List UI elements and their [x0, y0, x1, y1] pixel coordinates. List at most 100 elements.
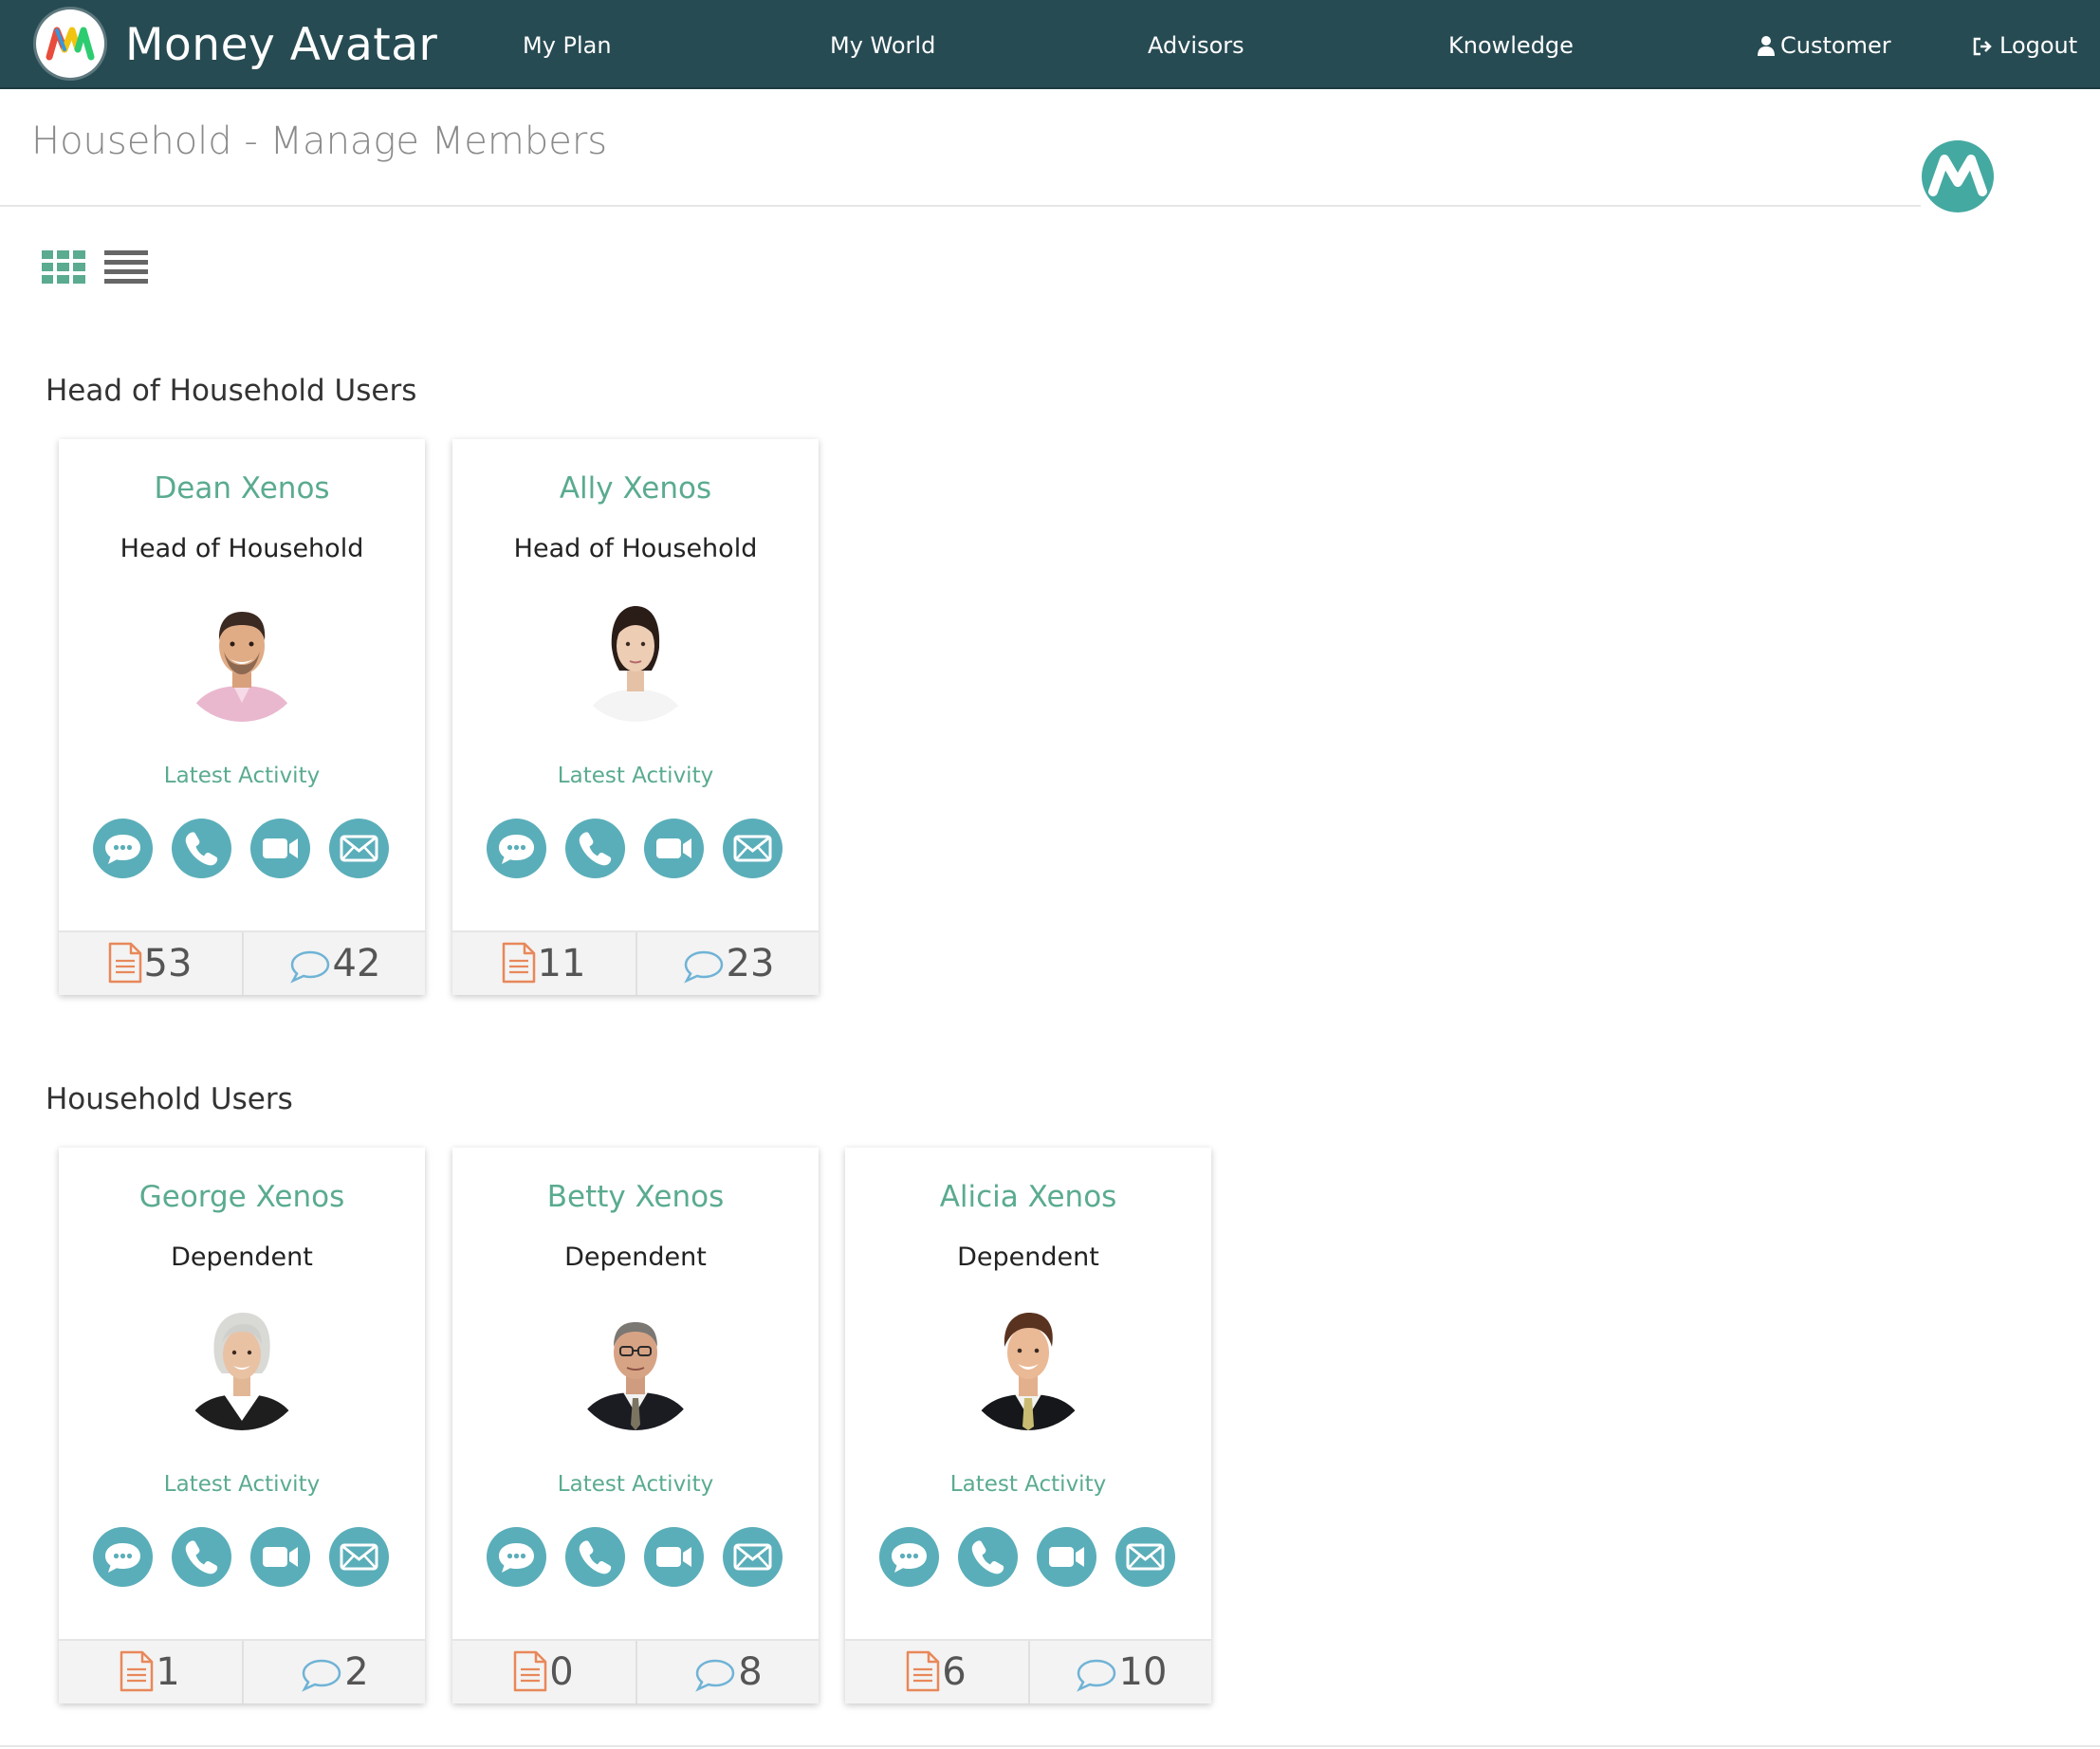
documents-count[interactable]: 6 [845, 1641, 1027, 1703]
messages-count[interactable]: 2 [242, 1641, 426, 1703]
member-name[interactable]: Dean Xenos [59, 471, 425, 506]
member-role: Head of Household [513, 534, 758, 563]
documents-count[interactable]: 0 [452, 1641, 635, 1703]
messages-count[interactable]: 8 [636, 1641, 820, 1703]
card-footer: 0 8 [452, 1639, 819, 1703]
grid-view-icon[interactable] [42, 250, 85, 289]
avatar [570, 591, 701, 722]
messages-count-value: 2 [344, 1650, 369, 1694]
chat-icon[interactable] [487, 1527, 546, 1587]
member-card: Betty Xenos Dependent Latest Activity 0 … [452, 1148, 819, 1703]
latest-activity-link[interactable]: Latest Activity [452, 764, 819, 788]
nav-customer-label: Customer [1780, 32, 1891, 59]
documents-count-value: 0 [549, 1650, 574, 1694]
messages-count[interactable]: 42 [242, 932, 426, 995]
nav-my-plan[interactable]: My Plan [523, 32, 612, 59]
contact-actions [487, 819, 784, 879]
document-icon [108, 942, 142, 984]
nav-logout[interactable]: Logout [1973, 32, 2077, 59]
phone-icon[interactable] [172, 1527, 231, 1587]
chat-icon[interactable] [879, 1527, 939, 1587]
speech-bubble-icon [289, 949, 331, 984]
avatar [963, 1299, 1094, 1430]
brand-logo[interactable] [36, 9, 104, 78]
chat-icon[interactable] [93, 1527, 153, 1587]
document-icon [502, 942, 536, 984]
user-icon [1758, 36, 1775, 56]
contact-actions [93, 819, 391, 879]
list-view-icon[interactable] [104, 250, 148, 289]
messages-count-value: 10 [1118, 1650, 1168, 1694]
documents-count[interactable]: 1 [59, 1641, 241, 1703]
member-card: George Xenos Dependent Latest Activity 1… [59, 1148, 425, 1703]
phone-icon[interactable] [958, 1527, 1018, 1587]
avatar [570, 1299, 701, 1430]
card-footer: 1 2 [59, 1639, 425, 1703]
contact-actions [879, 1527, 1177, 1588]
card-footer: 53 42 [59, 930, 425, 995]
documents-count-value: 1 [156, 1650, 180, 1694]
messages-count[interactable]: 23 [636, 932, 820, 995]
documents-count-value: 53 [143, 942, 193, 985]
section-title-head-of-household: Head of Household Users [46, 374, 417, 408]
nav-knowledge[interactable]: Knowledge [1448, 32, 1574, 59]
documents-count[interactable]: 11 [452, 932, 635, 995]
nav-logout-label: Logout [1999, 32, 2078, 59]
phone-icon[interactable] [565, 819, 625, 878]
phone-icon[interactable] [565, 1527, 625, 1587]
contact-actions [93, 1527, 391, 1588]
member-name[interactable]: Ally Xenos [452, 471, 819, 506]
divider [0, 1745, 2100, 1747]
avatar [176, 591, 307, 722]
video-icon[interactable] [1037, 1527, 1096, 1587]
speech-bubble-icon [1076, 1658, 1117, 1692]
documents-count-value: 6 [942, 1650, 967, 1694]
member-name[interactable]: Alicia Xenos [845, 1180, 1211, 1214]
divider [0, 205, 1921, 207]
documents-count[interactable]: 53 [59, 932, 241, 995]
logout-icon [1973, 37, 1992, 56]
phone-icon[interactable] [172, 819, 231, 878]
member-role: Head of Household [120, 534, 364, 563]
member-card: Dean Xenos Head of Household Latest Acti… [59, 439, 425, 995]
member-role: Dependent [957, 1243, 1099, 1272]
video-icon[interactable] [250, 1527, 310, 1587]
member-card: Alicia Xenos Dependent Latest Activity 6… [845, 1148, 1211, 1703]
messages-count-value: 8 [738, 1650, 763, 1694]
avatar-logo-icon[interactable] [1920, 138, 1996, 214]
latest-activity-link[interactable]: Latest Activity [59, 764, 425, 788]
document-icon [906, 1650, 940, 1692]
brand-name[interactable]: Money Avatar [125, 19, 437, 71]
video-icon[interactable] [250, 819, 310, 878]
mail-icon[interactable] [329, 1527, 389, 1587]
avatar [176, 1299, 307, 1430]
member-name[interactable]: George Xenos [59, 1180, 425, 1214]
document-icon [513, 1650, 547, 1692]
nav-my-world[interactable]: My World [830, 32, 935, 59]
chat-icon[interactable] [487, 819, 546, 878]
document-icon [120, 1650, 154, 1692]
messages-count[interactable]: 10 [1028, 1641, 1212, 1703]
card-footer: 6 10 [845, 1639, 1211, 1703]
member-role: Dependent [171, 1243, 313, 1272]
mail-icon[interactable] [1115, 1527, 1175, 1587]
nav-advisors[interactable]: Advisors [1148, 32, 1244, 59]
member-role: Dependent [564, 1243, 707, 1272]
section-title-household: Household Users [46, 1082, 293, 1116]
chat-icon[interactable] [93, 819, 153, 878]
video-icon[interactable] [644, 1527, 704, 1587]
nav-customer[interactable]: Customer [1758, 32, 1891, 59]
top-navbar: Money Avatar My Plan My World Advisors K… [0, 0, 2100, 89]
mail-icon[interactable] [329, 819, 389, 878]
mail-icon[interactable] [723, 819, 783, 878]
member-name[interactable]: Betty Xenos [452, 1180, 819, 1214]
member-card: Ally Xenos Head of Household Latest Acti… [452, 439, 819, 995]
latest-activity-link[interactable]: Latest Activity [452, 1472, 819, 1497]
latest-activity-link[interactable]: Latest Activity [59, 1472, 425, 1497]
video-icon[interactable] [644, 819, 704, 878]
mail-icon[interactable] [723, 1527, 783, 1587]
latest-activity-link[interactable]: Latest Activity [845, 1472, 1211, 1497]
messages-count-value: 23 [726, 942, 775, 985]
card-footer: 11 23 [452, 930, 819, 995]
documents-count-value: 11 [537, 942, 586, 985]
